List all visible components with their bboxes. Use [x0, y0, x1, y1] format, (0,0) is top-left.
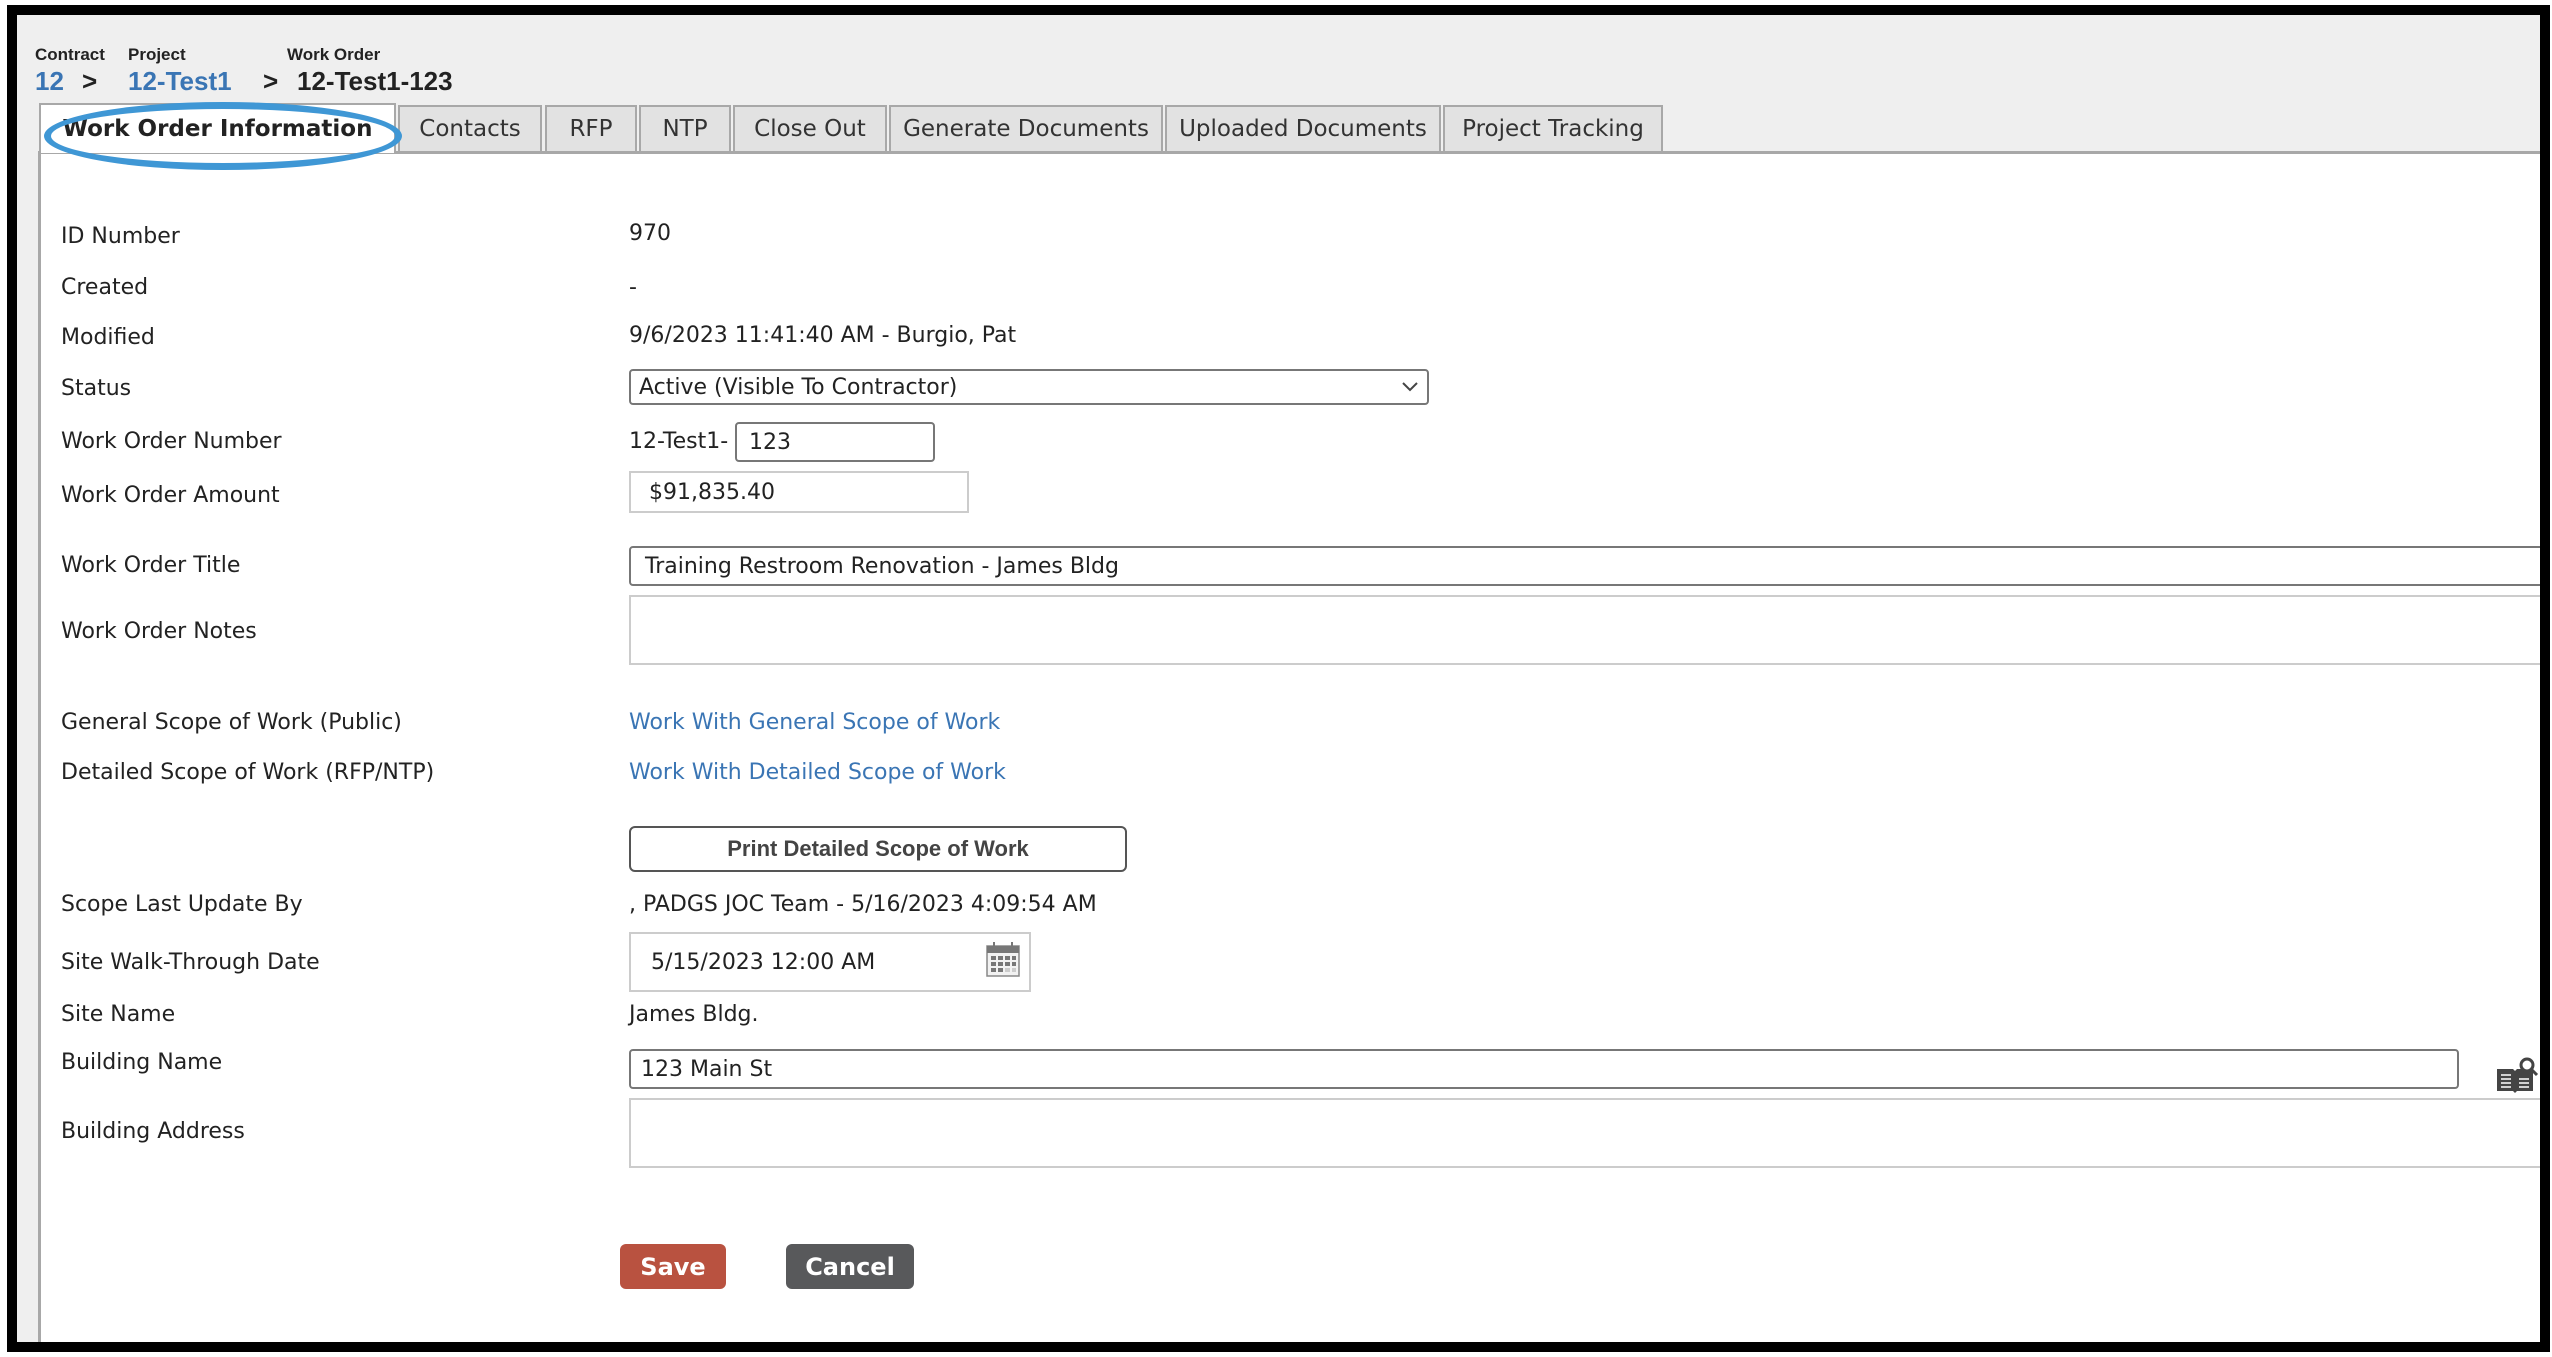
- print-detailed-scope-button[interactable]: Print Detailed Scope of Work: [629, 826, 1127, 872]
- breadcrumb-separator: >: [263, 66, 279, 96]
- detailed-scope-label: Detailed Scope of Work (RFP/NTP): [61, 760, 435, 785]
- created-value: -: [629, 275, 637, 300]
- breadcrumb-project-link[interactable]: 12-Test1: [128, 66, 232, 97]
- tab-project-tracking[interactable]: Project Tracking: [1443, 105, 1663, 151]
- site-name-value: James Bldg.: [629, 1002, 759, 1027]
- building-address-textarea[interactable]: [629, 1098, 2540, 1168]
- tab-ntp[interactable]: NTP: [639, 105, 731, 151]
- breadcrumb-current: 12-Test1-123: [297, 66, 453, 96]
- breadcrumb-separator: >: [82, 66, 98, 96]
- tab-uploaded-documents[interactable]: Uploaded Documents: [1165, 105, 1441, 151]
- work-order-title-label: Work Order Title: [61, 553, 241, 578]
- building-address-label: Building Address: [61, 1119, 245, 1144]
- created-label: Created: [61, 275, 149, 300]
- tab-generate-documents[interactable]: Generate Documents: [889, 105, 1163, 151]
- status-label: Status: [61, 376, 132, 401]
- work-order-amount-label: Work Order Amount: [61, 483, 280, 508]
- breadcrumb-contract-link[interactable]: 12: [35, 66, 64, 97]
- building-name-input[interactable]: 123 Main St: [629, 1049, 2459, 1089]
- breadcrumb-project-label: Project: [128, 45, 186, 64]
- site-name-label: Site Name: [61, 1002, 176, 1027]
- work-order-notes-textarea[interactable]: [629, 595, 2540, 665]
- status-select[interactable]: Active (Visible To Contractor): [629, 369, 1429, 405]
- work-order-number-prefix: 12-Test1-: [629, 429, 729, 454]
- breadcrumb-contract-label: Contract: [35, 45, 105, 64]
- modified-value: 9/6/2023 11:41:40 AM - Burgio, Pat: [629, 323, 1017, 348]
- tab-work-order-information[interactable]: Work Order Information: [39, 103, 396, 153]
- tab-rfp[interactable]: RFP: [545, 105, 637, 151]
- scope-last-update-value: , PADGS JOC Team - 5/16/2023 4:09:54 AM: [629, 892, 1097, 917]
- building-name-label: Building Name: [61, 1050, 223, 1075]
- tab-contacts[interactable]: Contacts: [398, 105, 542, 151]
- work-order-amount-input[interactable]: $91,835.40: [629, 471, 969, 513]
- work-order-notes-label: Work Order Notes: [61, 619, 257, 644]
- work-order-number-label: Work Order Number: [61, 429, 282, 454]
- cancel-button[interactable]: Cancel: [786, 1244, 914, 1289]
- site-walk-date-input[interactable]: 5/15/2023 12:00 AM: [629, 932, 1031, 992]
- save-button[interactable]: Save: [620, 1244, 726, 1289]
- modified-label: Modified: [61, 325, 155, 350]
- window-frame: Contract Project Work Order 12 > 12-Test…: [7, 5, 2550, 1352]
- id-number-label: ID Number: [61, 224, 180, 249]
- site-walk-date-label: Site Walk-Through Date: [61, 950, 320, 975]
- status-selected-value: Active (Visible To Contractor): [639, 374, 958, 400]
- site-walk-date-value: 5/15/2023 12:00 AM: [651, 949, 876, 975]
- general-scope-label: General Scope of Work (Public): [61, 710, 402, 735]
- chevron-down-icon: [1402, 382, 1418, 392]
- tab-close-out[interactable]: Close Out: [733, 105, 887, 151]
- scope-last-update-label: Scope Last Update By: [61, 892, 303, 917]
- work-order-title-input[interactable]: Training Restroom Renovation - James Bld…: [629, 546, 2540, 586]
- tab-panel: [38, 151, 2540, 1342]
- building-lookup-icon[interactable]: [2495, 1055, 2539, 1095]
- id-number-value: 970: [629, 221, 671, 246]
- general-scope-link[interactable]: Work With General Scope of Work: [629, 710, 1000, 735]
- breadcrumb-workorder-label: Work Order: [287, 45, 381, 64]
- detailed-scope-link[interactable]: Work With Detailed Scope of Work: [629, 760, 1006, 785]
- work-order-number-input[interactable]: 123: [735, 422, 935, 462]
- calendar-icon[interactable]: [985, 940, 1021, 978]
